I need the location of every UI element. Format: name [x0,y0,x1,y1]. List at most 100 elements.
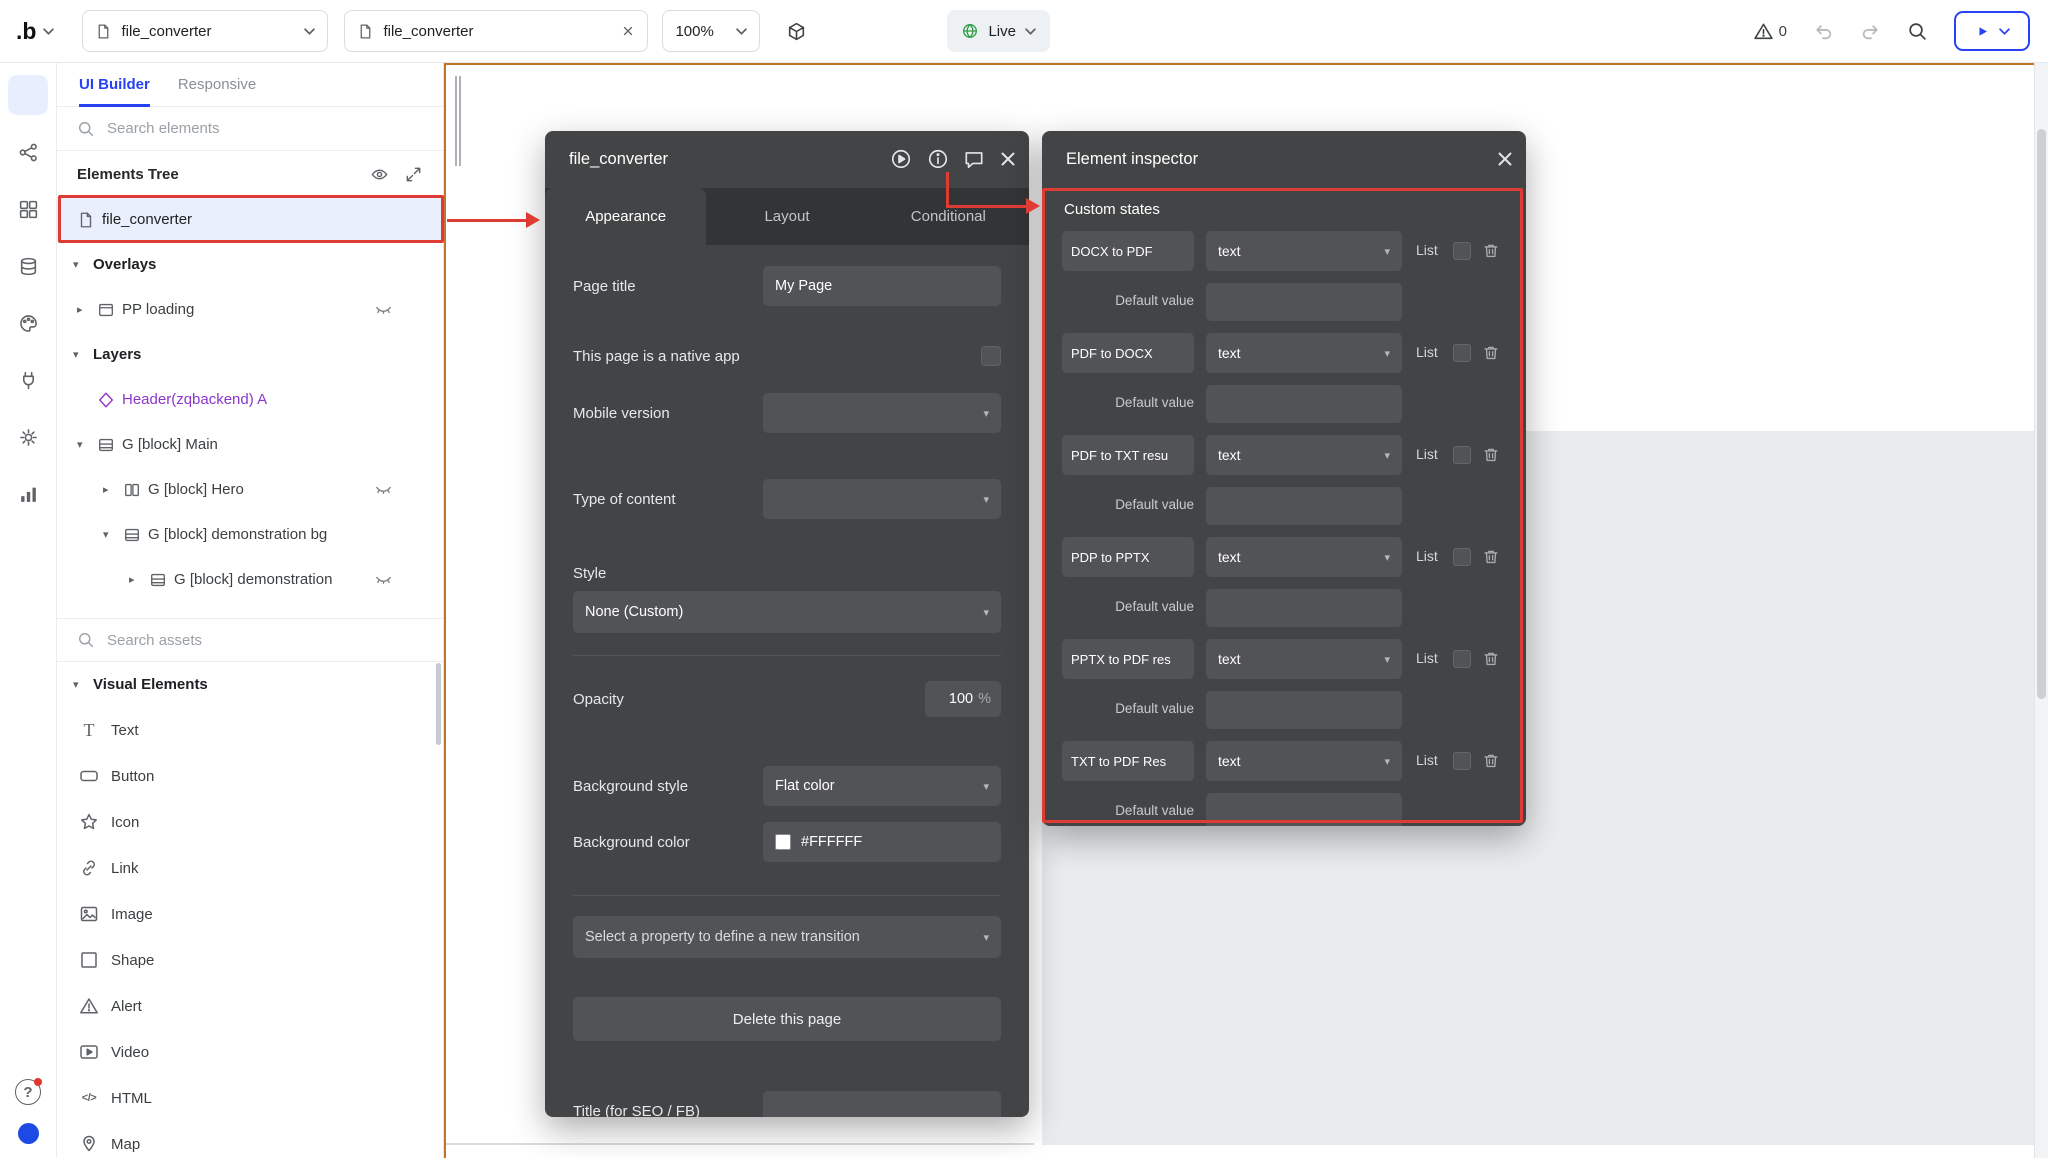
trash-icon[interactable] [1482,650,1500,668]
page-selector-dropdown[interactable]: file_converter [82,10,328,52]
undo-icon[interactable] [1813,21,1834,42]
page-bottom-boundary[interactable] [446,1143,1034,1145]
palette-item-text[interactable]: TText [57,707,443,753]
default-value-input[interactable] [1206,487,1402,525]
expand-arrow-icon[interactable]: ▾ [73,678,93,691]
rail-components-button[interactable] [8,189,48,229]
comment-icon[interactable] [963,148,985,170]
native-app-checkbox[interactable] [981,346,1001,366]
mobile-version-select[interactable]: ▾ [763,393,1001,433]
list-checkbox[interactable] [1453,446,1471,464]
info-icon[interactable] [927,148,949,170]
default-value-input[interactable] [1206,793,1402,826]
list-checkbox[interactable] [1453,242,1471,260]
rail-design-button[interactable] [8,75,48,115]
state-type-select[interactable]: text▾ [1206,639,1402,679]
search-assets-box[interactable] [57,618,443,662]
tree-item-g-block-main[interactable]: ▾G [block] Main [57,422,443,467]
state-type-select[interactable]: text▾ [1206,537,1402,577]
preview-circle-icon[interactable] [890,148,912,170]
list-checkbox[interactable] [1453,344,1471,362]
palette-item-map[interactable]: Map [57,1121,443,1158]
page-margin-marker[interactable] [455,76,457,166]
version-cube-icon[interactable] [786,21,807,42]
palette-item-button[interactable]: Button [57,753,443,799]
tab-ui-builder[interactable]: UI Builder [79,63,150,106]
palette-item-alert[interactable]: Alert [57,983,443,1029]
opacity-input[interactable]: 100 % [925,681,1001,717]
state-name-input[interactable]: PDP to PPTX [1062,537,1194,577]
expand-arrow-icon[interactable]: ▾ [103,528,123,541]
seo-title-input[interactable] [763,1091,1001,1117]
rail-plugins-button[interactable] [8,360,48,400]
state-type-select[interactable]: text▾ [1206,231,1402,271]
state-name-input[interactable]: PPTX to PDF res [1062,639,1194,679]
color-swatch[interactable] [775,834,791,850]
expand-panel-icon[interactable] [404,165,423,184]
background-style-select[interactable]: Flat color ▾ [763,766,1001,806]
preview-button[interactable] [1954,11,2030,51]
issues-indicator[interactable]: 0 [1753,21,1787,42]
default-value-input[interactable] [1206,385,1402,423]
canvas-scrollbar[interactable] [2034,63,2048,1158]
app-logo-menu[interactable]: .b [16,18,54,45]
eye-icon[interactable] [370,165,389,184]
rail-data-button[interactable] [8,246,48,286]
palette-item-image[interactable]: Image [57,891,443,937]
tab-conditional[interactable]: Conditional [868,188,1029,245]
list-checkbox[interactable] [1453,548,1471,566]
tab-appearance[interactable]: Appearance [545,188,706,245]
state-name-input[interactable]: DOCX to PDF [1062,231,1194,271]
expand-arrow-icon[interactable]: ▸ [103,483,123,496]
rail-workflow-button[interactable] [8,132,48,172]
canvas-scrollbar-thumb[interactable] [2037,129,2046,699]
expand-arrow-icon[interactable]: ▾ [77,438,97,451]
tree-item-overlays[interactable]: ▾Overlays [57,242,443,287]
trash-icon[interactable] [1482,752,1500,770]
state-type-select[interactable]: text▾ [1206,435,1402,475]
palette-item-link[interactable]: Link [57,845,443,891]
help-button[interactable]: ? [15,1079,41,1105]
status-indicator[interactable] [18,1123,39,1144]
state-name-input[interactable]: PDF to DOCX [1062,333,1194,373]
list-checkbox[interactable] [1453,752,1471,770]
tree-item-g-block-demonstration-bg[interactable]: ▾G [block] demonstration bg [57,512,443,557]
page-title-input[interactable]: My Page [763,266,1001,306]
close-tab-icon[interactable] [621,24,635,38]
state-type-select[interactable]: text▾ [1206,333,1402,373]
rail-logs-button[interactable] [8,474,48,514]
page-margin-marker[interactable] [459,76,461,166]
palette-item-icon[interactable]: Icon [57,799,443,845]
delete-page-button[interactable]: Delete this page [573,997,1001,1041]
transition-select[interactable]: Select a property to define a new transi… [573,916,1001,958]
tree-item-file-converter[interactable]: file_converter [57,197,443,242]
trash-icon[interactable] [1482,242,1500,260]
tree-item-layers[interactable]: ▾Layers [57,332,443,377]
live-environment-dropdown[interactable]: Live [947,10,1050,52]
trash-icon[interactable] [1482,446,1500,464]
expand-arrow-icon[interactable]: ▸ [77,303,97,316]
type-of-content-select[interactable]: ▾ [763,479,1001,519]
rail-settings-button[interactable] [8,417,48,457]
redo-icon[interactable] [1860,21,1881,42]
default-value-input[interactable] [1206,589,1402,627]
open-page-tab[interactable]: file_converter [344,10,648,52]
trash-icon[interactable] [1482,548,1500,566]
palette-item-shape[interactable]: Shape [57,937,443,983]
explorer-scrollbar-thumb[interactable] [436,663,441,745]
search-assets-input[interactable] [105,631,423,650]
tree-item-header-zqbackend-a[interactable]: Header(zqbackend) A [57,377,443,422]
tree-item-g-block-hero[interactable]: ▸G [block] Hero [57,467,443,512]
style-select[interactable]: None (Custom) ▾ [573,591,1001,633]
expand-arrow-icon[interactable]: ▾ [73,348,93,361]
close-icon[interactable] [997,148,1019,170]
default-value-input[interactable] [1206,283,1402,321]
search-elements-input[interactable] [105,119,423,138]
zoom-dropdown[interactable]: 100% [662,10,760,52]
state-name-input[interactable]: TXT to PDF Res [1062,741,1194,781]
palette-item-video[interactable]: Video [57,1029,443,1075]
search-elements-box[interactable] [57,107,443,151]
state-name-input[interactable]: PDF to TXT resu [1062,435,1194,475]
visual-elements-section[interactable]: ▾ Visual Elements [57,662,443,707]
search-icon[interactable] [1907,21,1928,42]
